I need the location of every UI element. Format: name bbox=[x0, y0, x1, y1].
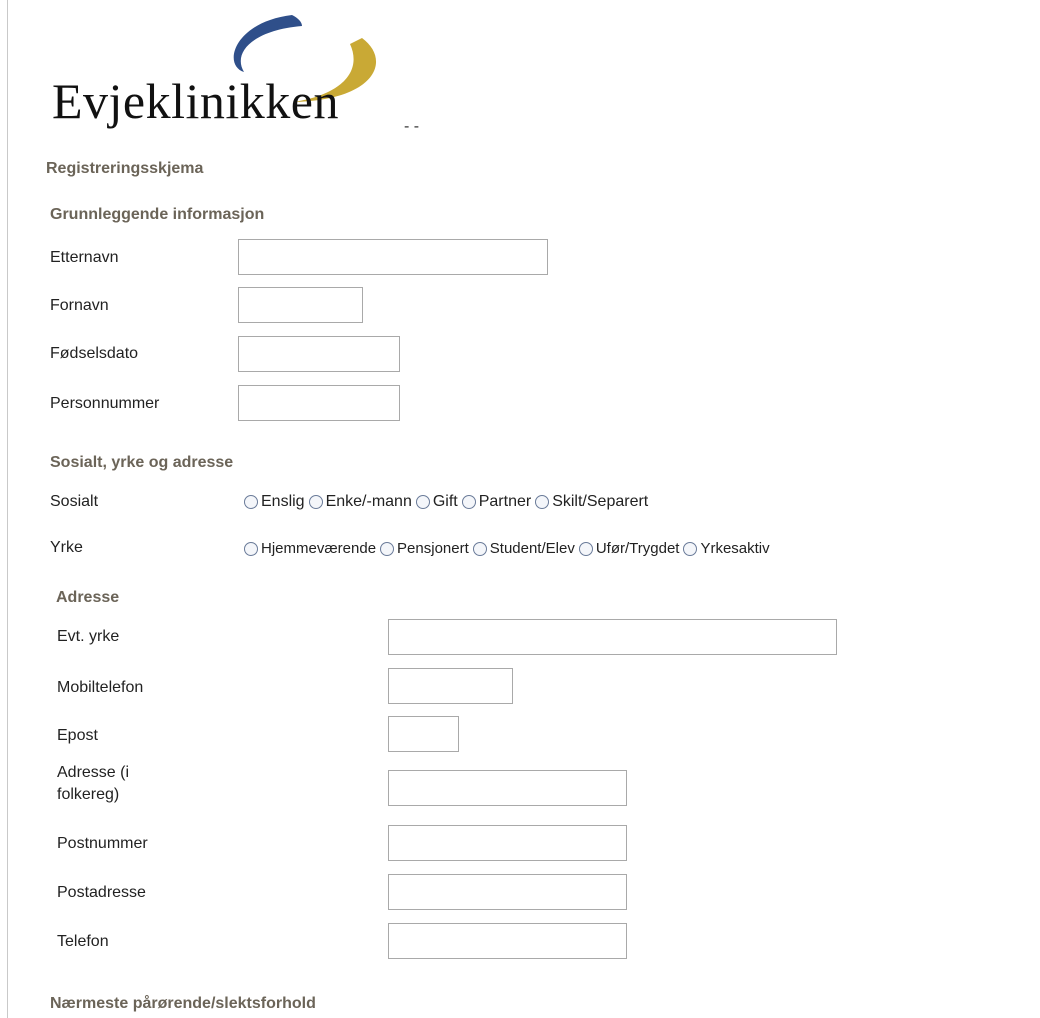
sosialt-option-gift[interactable]: Gift bbox=[415, 493, 458, 511]
section-heading-basic: Grunnleggende informasjon bbox=[50, 206, 265, 223]
sosialt-radio-group: Enslig Enke/-mann Gift Partner Skilt/Sep… bbox=[244, 493, 652, 511]
fornavn-field[interactable] bbox=[238, 287, 363, 323]
yrke-option-student-elev[interactable]: Student/Elev bbox=[472, 540, 575, 557]
logo-swoosh-blue bbox=[233, 15, 302, 72]
personnummer-field[interactable] bbox=[238, 385, 400, 421]
adresse-field[interactable] bbox=[388, 770, 627, 806]
sosialt-option-enke-mann[interactable]: Enke/-mann bbox=[308, 493, 412, 511]
postadresse-field[interactable] bbox=[388, 874, 627, 910]
form-title: Registreringsskjema bbox=[46, 160, 204, 177]
epost-field[interactable] bbox=[388, 716, 459, 752]
etternavn-label: Etternavn bbox=[50, 249, 119, 266]
personnummer-label: Personnummer bbox=[50, 395, 160, 412]
sosialt-option-skilt-separert[interactable]: Skilt/Separert bbox=[535, 493, 648, 511]
section-heading-relatives: Nærmeste pårørende/slektsforhold bbox=[50, 995, 316, 1012]
fodselsdato-label: Fødselsdato bbox=[50, 345, 139, 362]
yrke-label: Yrke bbox=[50, 539, 83, 556]
adresse-label-line2: folkereg) bbox=[57, 786, 120, 803]
mobiltelefon-field[interactable] bbox=[388, 668, 513, 704]
yrke-option-hjemmevaerende[interactable]: Hjemmeværende bbox=[244, 540, 376, 557]
section-heading-social: Sosialt, yrke og adresse bbox=[50, 454, 234, 471]
radio-circle-icon[interactable] bbox=[578, 541, 593, 556]
fornavn-label: Fornavn bbox=[50, 297, 109, 314]
evt-yrke-label: Evt. yrke bbox=[57, 628, 120, 645]
yrke-option-yrkesaktiv[interactable]: Yrkesaktiv bbox=[683, 540, 770, 557]
sosialt-option-enslig[interactable]: Enslig bbox=[244, 493, 305, 511]
radio-circle-icon[interactable] bbox=[535, 495, 550, 509]
epost-label: Epost bbox=[57, 727, 98, 744]
yrke-option-ufor-trygdet[interactable]: Ufør/Trygdet bbox=[578, 540, 679, 557]
radio-circle-icon[interactable] bbox=[244, 495, 258, 509]
yrke-option-pensjonert[interactable]: Pensjonert bbox=[380, 540, 469, 557]
postnummer-field[interactable] bbox=[388, 825, 627, 861]
radio-circle-icon[interactable] bbox=[380, 541, 395, 556]
postadresse-label: Postadresse bbox=[57, 884, 146, 901]
logo: Evjeklinikken bbox=[44, 10, 394, 130]
postnummer-label: Postnummer bbox=[57, 835, 148, 852]
radio-circle-icon[interactable] bbox=[683, 541, 698, 556]
adresse-label-line1: Adresse (i bbox=[57, 764, 130, 781]
radio-circle-icon[interactable] bbox=[308, 495, 323, 509]
radio-circle-icon[interactable] bbox=[244, 541, 258, 556]
left-border bbox=[7, 0, 8, 1018]
evt-yrke-field[interactable] bbox=[388, 619, 837, 655]
sosialt-option-partner[interactable]: Partner bbox=[461, 493, 531, 511]
etternavn-field[interactable] bbox=[238, 239, 548, 275]
telefon-label: Telefon bbox=[57, 933, 109, 950]
radio-circle-icon[interactable] bbox=[461, 495, 476, 509]
radio-circle-icon[interactable] bbox=[415, 495, 430, 509]
yrke-radio-group: Hjemmeværende Pensjonert Student/Elev Uf… bbox=[244, 540, 774, 557]
radio-circle-icon[interactable] bbox=[472, 541, 487, 556]
sosialt-label: Sosialt bbox=[50, 493, 99, 510]
brand-name: Evjeklinikken bbox=[52, 73, 339, 129]
fodselsdato-field[interactable] bbox=[238, 336, 400, 372]
section-heading-address: Adresse bbox=[56, 589, 120, 606]
mobiltelefon-label: Mobiltelefon bbox=[57, 679, 144, 696]
telefon-field[interactable] bbox=[388, 923, 627, 959]
decorative-dashes: - - bbox=[404, 118, 420, 135]
